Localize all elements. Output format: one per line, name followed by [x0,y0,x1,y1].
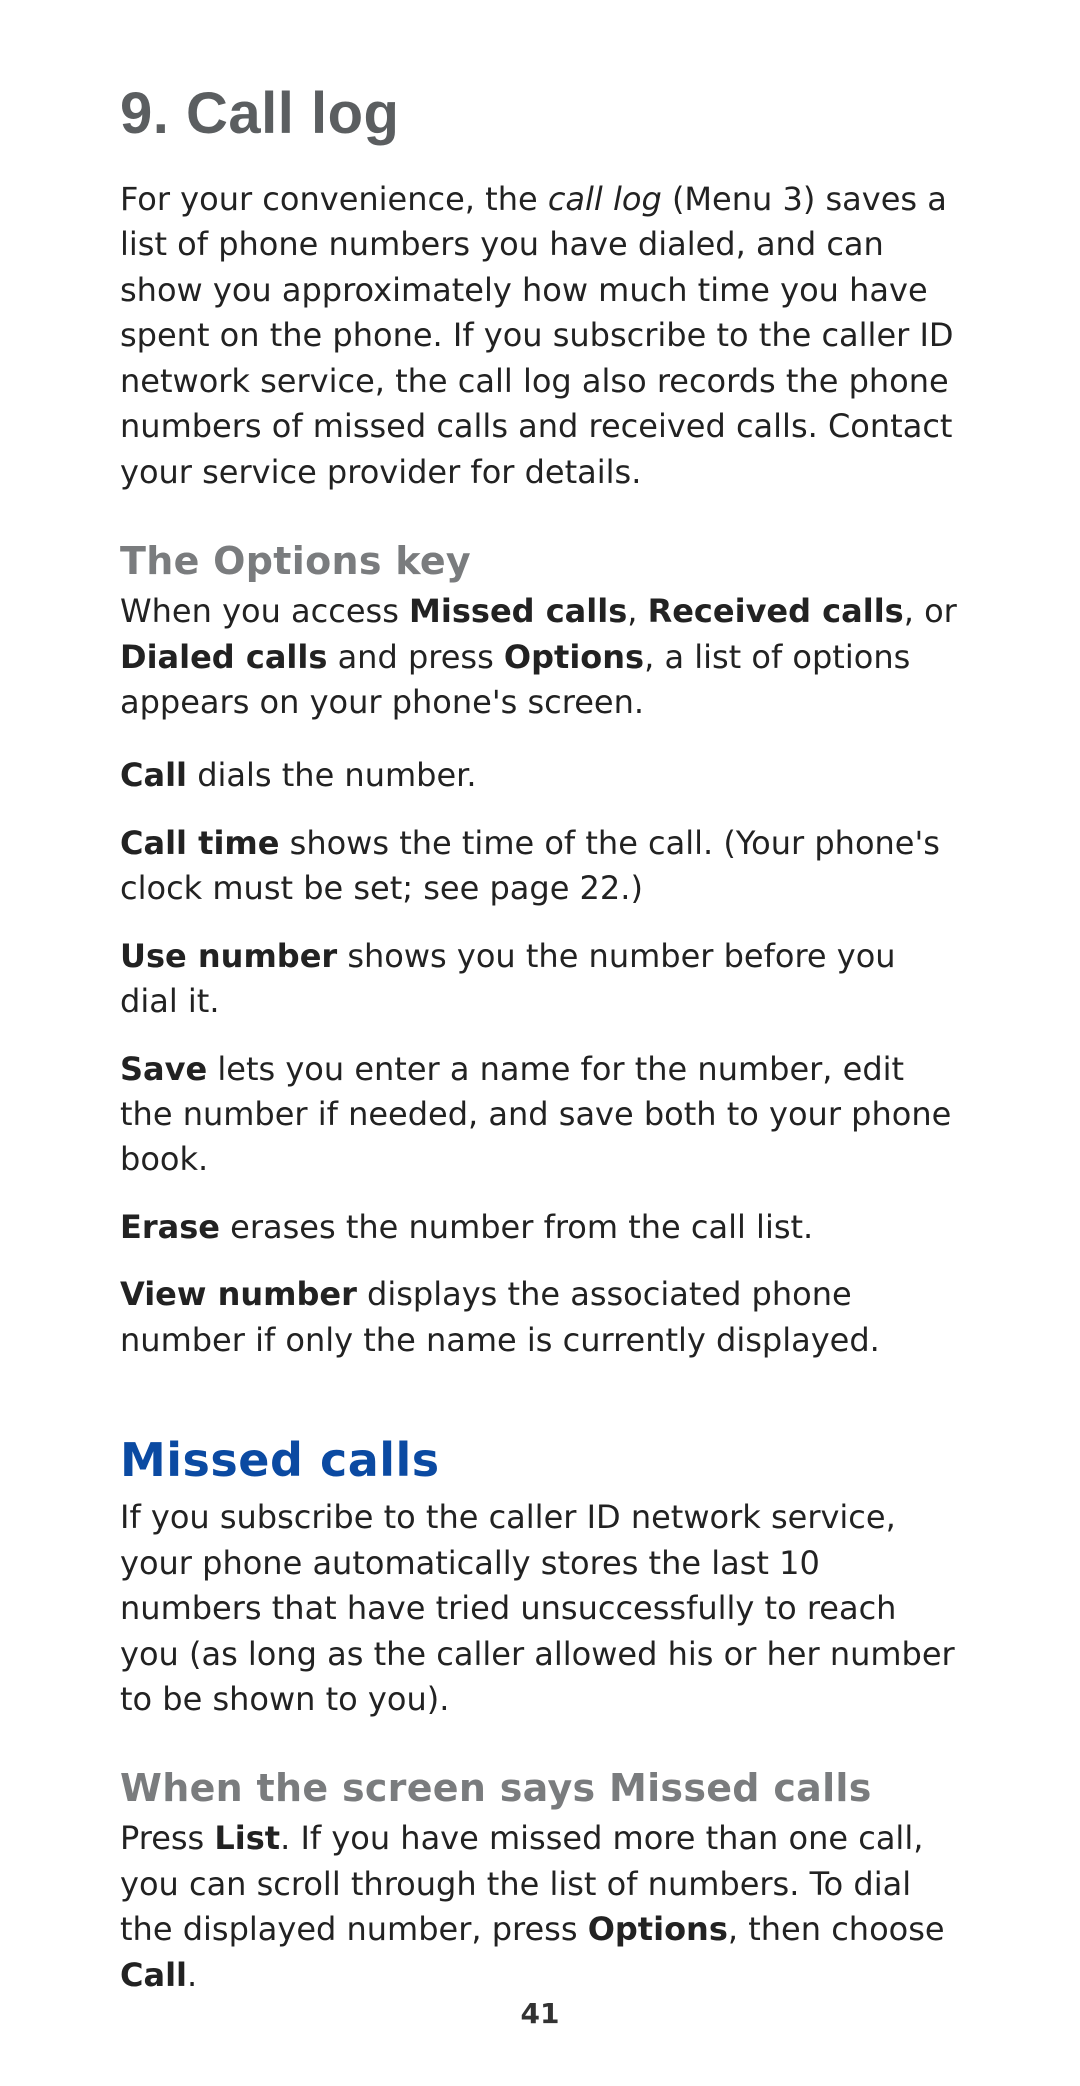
option-item-use-number: Use number shows you the number before y… [120,934,960,1025]
mc-sub-post: . [187,1956,197,1994]
option-item-save: Save lets you enter a name for the numbe… [120,1047,960,1183]
options-key-heading: The Options key [120,539,960,583]
option-term: Use number [120,937,337,975]
ok-intro-mid: and press [327,638,504,676]
option-item-call: Call dials the number. [120,753,960,798]
missed-calls-sub-body: Press List. If you have missed more than… [120,1816,960,1998]
option-item-view-number: View number displays the associated phon… [120,1272,960,1363]
chapter-intro: For your convenience, the call log (Menu… [120,177,960,495]
chapter-title: Call log [186,81,399,146]
option-term: Save [120,1050,207,1088]
ok-intro-b3: Dialed calls [120,638,327,676]
ok-intro-pre: When you access [120,592,409,630]
manual-page: 9. Call log For your convenience, the ca… [0,0,1080,2086]
ok-intro-sep2: , or [904,592,957,630]
options-key-intro: When you access Missed calls, Received c… [120,589,960,725]
option-desc: dials the number. [187,756,477,794]
chapter-number: 9. [120,81,169,146]
option-term: Call [120,756,187,794]
ok-intro-b2: Received calls [648,592,904,630]
ok-intro-sep1: , [627,592,647,630]
intro-text-2: (Menu 3) saves a list of phone numbers y… [120,180,954,491]
option-desc: erases the number from the call list. [220,1208,813,1246]
ok-intro-b1: Missed calls [409,592,627,630]
mc-sub-sep: , then choose [728,1910,945,1948]
mc-sub-b2: Options [588,1910,728,1948]
intro-italic: call log [548,180,662,218]
chapter-heading: 9. Call log [120,80,960,147]
ok-intro-b4: Options [504,638,644,676]
option-term: View number [120,1275,357,1313]
option-term: Call time [120,824,279,862]
missed-calls-intro: If you subscribe to the caller ID networ… [120,1495,960,1722]
option-term: Erase [120,1208,220,1246]
page-number: 41 [0,1997,1080,2030]
missed-calls-sub-heading: When the screen says Missed calls [120,1766,960,1810]
option-desc: lets you enter a name for the number, ed… [120,1050,951,1179]
option-item-call-time: Call time shows the time of the call. (Y… [120,821,960,912]
option-item-erase: Erase erases the number from the call li… [120,1205,960,1250]
intro-text-1: For your convenience, the [120,180,548,218]
missed-calls-heading: Missed calls [120,1433,960,1487]
mc-sub-pre: Press [120,1819,214,1857]
mc-sub-b1: List [214,1819,280,1857]
mc-sub-b3: Call [120,1956,187,1994]
